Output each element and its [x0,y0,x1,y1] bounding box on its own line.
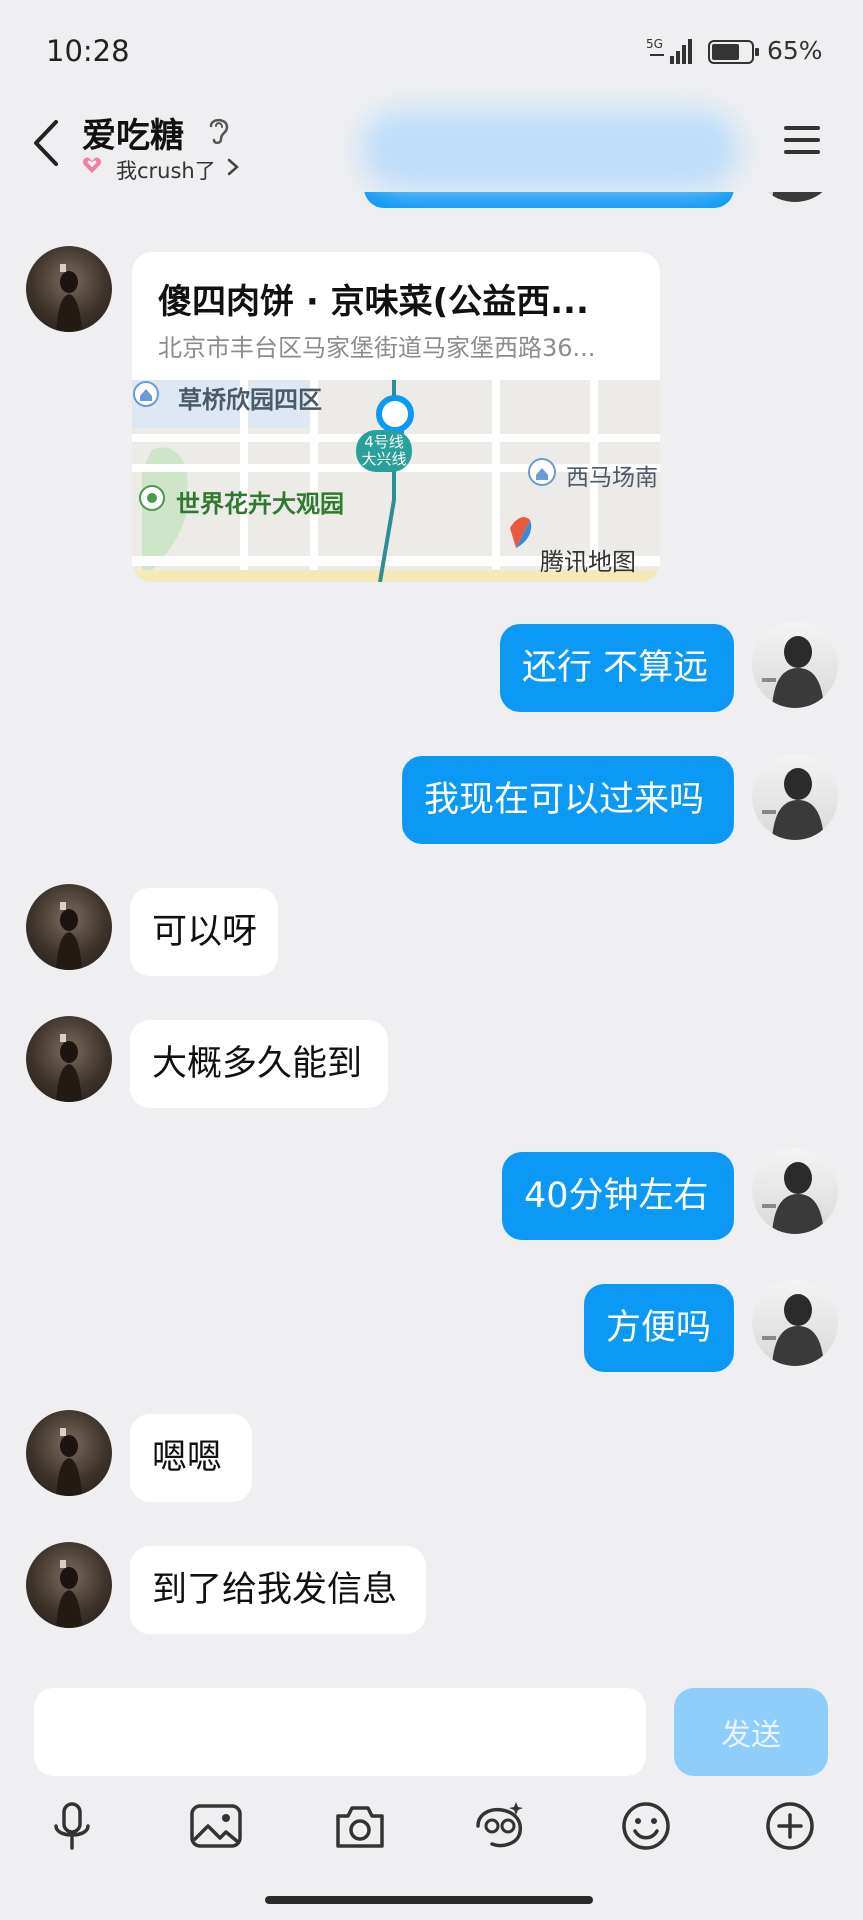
plus-icon[interactable] [762,1798,818,1854]
blurred-region [360,110,740,190]
message-input[interactable] [34,1688,646,1776]
message-bubble-in[interactable]: 大概多久能到 [130,1020,388,1108]
map-provider-label: 腾讯地图 [540,548,636,576]
battery-icon [708,40,759,64]
map-label-area2: 西马场南 [566,465,658,491]
avatar-contact[interactable] [26,1410,112,1496]
message-bubble-out[interactable]: 40分钟左右 [502,1152,734,1240]
camera-icon[interactable] [332,1798,388,1854]
input-bar: 发送 [0,1672,863,1920]
avatar-contact[interactable] [26,1542,112,1628]
battery-percent: 65% [767,36,823,65]
home-indicator[interactable] [265,1896,593,1904]
location-name: 傻四肉饼 · 京味菜(公益西... [158,282,589,322]
status-bar: 10:28 5G 65% [0,0,863,100]
avatar-me[interactable] [752,1148,838,1234]
image-icon[interactable] [188,1798,244,1854]
avatar-contact[interactable] [26,884,112,970]
mic-icon[interactable] [44,1798,100,1854]
map-label-area1: 草桥欣园四区 [178,386,322,414]
location-address: 北京市丰台区马家堡街道马家堡西路36... [158,334,596,362]
ear-icon [209,118,229,145]
red-envelope-icon[interactable] [472,1798,528,1854]
message-bubble-in[interactable]: 嗯嗯 [130,1414,252,1502]
back-arrow-icon[interactable] [26,114,66,172]
message-bubble-out[interactable]: 我现在可以过来吗 [402,756,734,844]
map-label-park: 世界花卉大观园 [176,490,344,518]
chevron-right-icon[interactable] [226,156,240,178]
avatar-me[interactable] [752,622,838,708]
map-label-metro: 4号线 大兴线 [356,430,412,472]
avatar-contact[interactable] [26,246,112,332]
chat-subtitle[interactable]: 我crush了 [116,155,216,185]
avatar-me[interactable] [752,754,838,840]
location-card[interactable]: 傻四肉饼 · 京味菜(公益西... 北京市丰台区马家堡街道马家堡西路36... … [132,252,660,582]
avatar-contact[interactable] [26,1016,112,1102]
avatar-me[interactable] [752,1280,838,1366]
message-bubble-in[interactable]: 到了给我发信息 [130,1546,426,1634]
send-button[interactable]: 发送 [674,1688,828,1776]
status-time: 10:28 [46,34,130,68]
heart-icon [82,157,102,173]
message-bubble-in[interactable]: 可以呀 [130,888,278,976]
chat-title[interactable]: 爱吃糖 [82,108,184,157]
svg-text:5G: 5G [646,37,663,51]
message-bubble-out[interactable]: 方便吗 [584,1284,734,1372]
emoji-icon[interactable] [618,1798,674,1854]
menu-icon[interactable] [776,118,828,162]
signal-icon: 5G [646,37,692,64]
message-bubble-out[interactable]: 还行 不算远 [500,624,734,712]
